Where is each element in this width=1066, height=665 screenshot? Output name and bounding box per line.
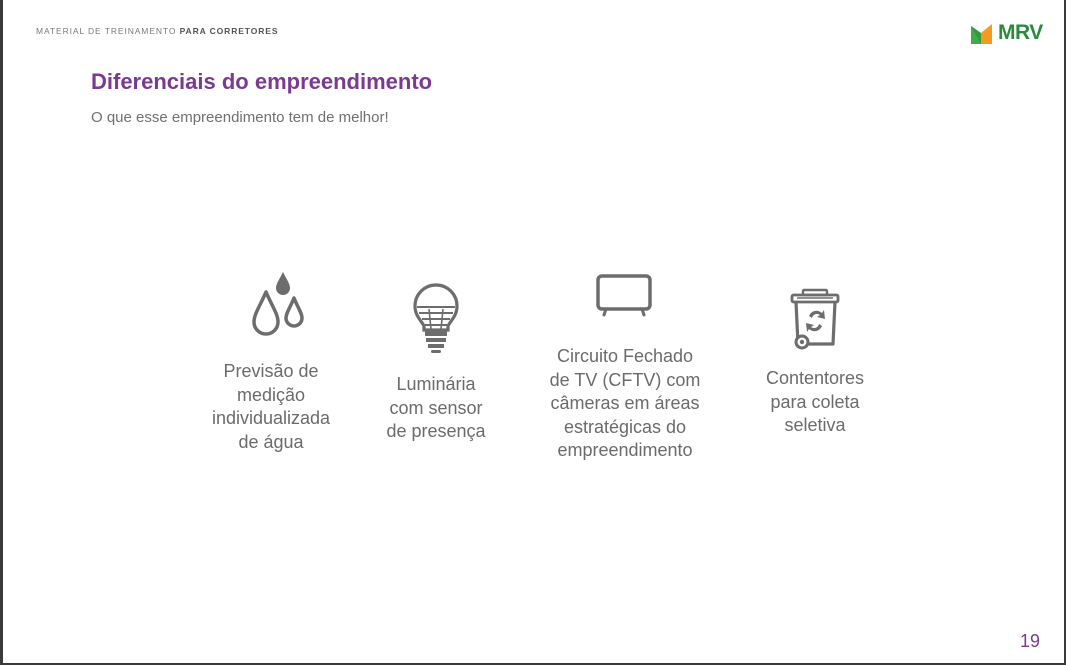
feature-presence-sensor-light: Luminária com sensor de presença — [366, 283, 506, 441]
header-label-bold: PARA CORRETORES — [179, 26, 279, 36]
water-drops-icon — [252, 272, 304, 336]
feature-label: Circuito Fechado de TV (CFTV) com câmera… — [549, 346, 701, 460]
page-number: 19 — [1019, 631, 1040, 651]
feature-label: Contentores para coleta seletiva — [765, 368, 865, 435]
recycle-bin-icon — [790, 288, 840, 350]
tv-monitor-icon — [596, 274, 652, 317]
feature-label: Luminária com sensor de presença — [386, 374, 486, 441]
mrv-logo: MRV — [971, 21, 1043, 45]
header-label: MATERIAL DE TREINAMENTO PARA CORRETORES — [36, 26, 278, 36]
feature-cctv: Circuito Fechado de TV (CFTV) com câmera… — [525, 273, 725, 460]
light-bulb-icon — [413, 283, 459, 353]
slide: MATERIAL DE TREINAMENTO PARA CORRETORES … — [3, 0, 1064, 663]
page-title: Diferenciais do empreendimento — [91, 69, 433, 94]
feature-selective-collection: Contentores para coleta seletiva — [745, 288, 885, 435]
mrv-logo-mark-icon — [971, 24, 992, 44]
header-label-prefix: MATERIAL DE TREINAMENTO — [36, 26, 180, 36]
mrv-logo-text: MRV — [998, 21, 1043, 44]
feature-label: Previsão de medição individualizada de á… — [211, 361, 331, 452]
page-subtitle: O que esse empreendimento tem de melhor! — [91, 109, 389, 126]
feature-water-metering: Previsão de medição individualizada de á… — [191, 270, 351, 452]
